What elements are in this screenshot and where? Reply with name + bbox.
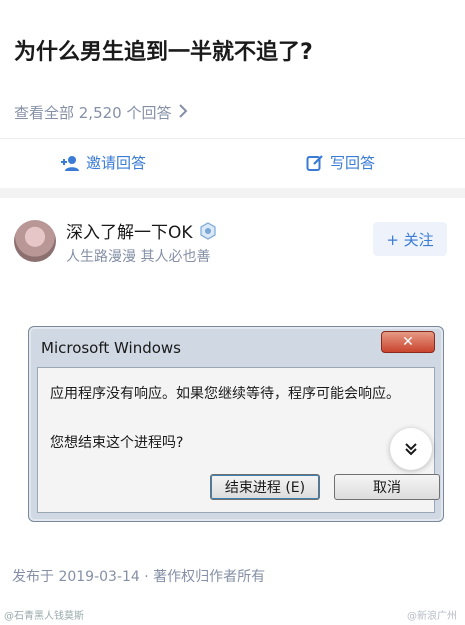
publish-info: 发布于 2019-03-14 · 著作权归作者所有 — [12, 569, 266, 585]
invite-answer-button[interactable]: 邀请回答 — [60, 152, 146, 173]
windows-dialog: Microsoft Windows ✕ 应用程序没有响应。如果您继续等待，程序可… — [28, 326, 444, 522]
author-name-row[interactable]: 深入了解一下OK — [66, 218, 217, 243]
author-bio: 人生路漫漫 其人必也善 — [66, 249, 211, 265]
invite-answer-label: 邀请回答 — [86, 154, 147, 172]
close-button[interactable]: ✕ — [381, 331, 435, 353]
write-answer-button[interactable]: 写回答 — [306, 152, 375, 173]
divider — [0, 138, 465, 139]
double-chevron-down-icon — [405, 443, 417, 456]
write-answer-label: 写回答 — [330, 154, 376, 172]
dialog-title: Microsoft Windows — [41, 339, 181, 357]
watermark-right: @新浪广州 — [407, 611, 457, 622]
expand-button[interactable] — [390, 428, 432, 470]
cancel-button[interactable]: 取消 — [334, 474, 440, 500]
invite-user-icon — [61, 155, 79, 171]
dialog-body: 应用程序没有响应。如果您继续等待，程序可能会响应。 您想结束这个进程吗? 结束进… — [37, 367, 440, 513]
avatar[interactable] — [14, 220, 56, 262]
dialog-message: 应用程序没有响应。如果您继续等待，程序可能会响应。 — [50, 386, 400, 402]
badge-icon — [199, 221, 216, 240]
chevron-right-icon — [179, 103, 188, 122]
author-name: 深入了解一下OK — [66, 223, 193, 243]
watermark-left: @石青黑人钱莫斯 — [4, 611, 84, 622]
view-all-answers-link[interactable]: 查看全部 2,520 个回答 — [14, 102, 188, 123]
view-all-answers-label: 查看全部 2,520 个回答 — [14, 104, 172, 122]
end-process-button[interactable]: 结束进程 (E) — [210, 474, 320, 500]
question-title: 为什么男生追到一半就不追了? — [14, 40, 313, 65]
pencil-icon — [306, 154, 323, 171]
dialog-question: 您想结束这个进程吗? — [50, 435, 184, 451]
follow-button[interactable]: + 关注 — [373, 222, 447, 256]
section-divider — [0, 188, 465, 198]
